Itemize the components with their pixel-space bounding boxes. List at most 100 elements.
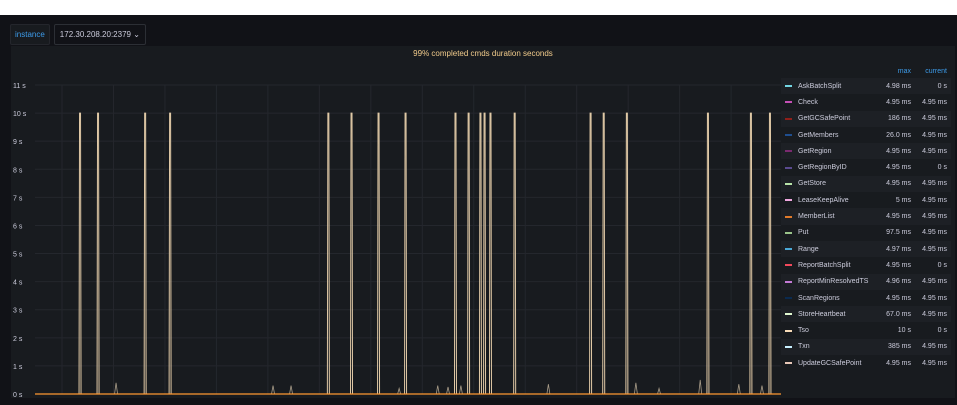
legend-max: 4.95 ms	[886, 261, 911, 269]
series-color-swatch	[785, 85, 792, 88]
series-color-swatch	[785, 134, 792, 137]
series-color-swatch	[785, 215, 792, 218]
legend-item[interactable]: StoreHeartbeat 67.0 ms 4.95 ms	[781, 306, 951, 323]
instance-select[interactable]: 172.30.208.20:2379 ⌄	[53, 24, 146, 45]
small-spike	[633, 382, 638, 395]
legend-header-current[interactable]: current	[911, 68, 951, 78]
legend-item[interactable]: GetRegion 4.95 ms 4.95 ms	[781, 143, 951, 160]
legend-series-name: GetRegion	[798, 147, 832, 155]
legend-max: 4.97 ms	[886, 245, 911, 253]
legend-max: 26.0 ms	[886, 131, 911, 139]
series-color-swatch	[785, 329, 792, 332]
legend-item[interactable]: ReportMinResolvedTS 4.96 ms 4.95 ms	[781, 273, 951, 290]
series-color-swatch	[785, 297, 792, 299]
small-spike	[435, 385, 440, 395]
y-tick-label: 1 s	[13, 364, 23, 371]
chevron-down-icon: ⌄	[133, 30, 140, 39]
small-spike	[114, 382, 118, 395]
legend-item[interactable]: GetStore 4.95 ms 4.95 ms	[781, 175, 951, 193]
legend-series-name: AskBatchSplit	[798, 82, 842, 90]
legend-current: 4.95 ms	[922, 180, 947, 188]
legend-current: 4.95 ms	[922, 213, 947, 221]
legend-item[interactable]: ReportBatchSplit 4.95 ms 0 s	[781, 257, 951, 273]
series-color-swatch	[785, 248, 792, 251]
legend-max: 4.95 ms	[886, 147, 911, 155]
legend-current: 4.95 ms	[922, 115, 947, 123]
small-spike	[736, 384, 741, 395]
series-color-swatch	[785, 264, 792, 267]
legend-max: 186 ms	[888, 115, 911, 123]
legend-max: 5 ms	[895, 196, 911, 204]
legend-current: 4.95 ms	[922, 294, 947, 302]
dashboard: instance 172.30.208.20:2379 ⌄ 99% comple…	[0, 15, 957, 405]
small-spike	[698, 379, 703, 395]
small-spike	[546, 384, 551, 395]
series-color-swatch	[785, 280, 792, 283]
legend-max: 4.95 ms	[886, 98, 911, 106]
legend-series-name: GetStore	[798, 180, 827, 188]
legend-series-name: Put	[798, 229, 809, 237]
series-color-swatch	[785, 345, 792, 348]
legend-series-name: ReportBatchSplit	[798, 261, 851, 269]
legend-max: 97.5 ms	[886, 229, 911, 237]
legend-item[interactable]: Put 97.5 ms 4.95 ms	[781, 225, 951, 241]
small-spike	[289, 385, 293, 395]
legend-current: 0 s	[937, 261, 947, 269]
legend-series-name: Tso	[798, 327, 809, 335]
legend-series-name: GetMembers	[798, 131, 839, 139]
small-spike	[446, 386, 450, 395]
legend-header-max[interactable]: max	[875, 68, 911, 78]
legend-current: 4.95 ms	[922, 196, 947, 204]
legend-item[interactable]: LeaseKeepAlive 5 ms 4.95 ms	[781, 192, 951, 208]
legend-item[interactable]: GetMembers 26.0 ms 4.95 ms	[781, 127, 951, 143]
legend-item[interactable]: ScanRegions 4.95 ms 4.95 ms	[781, 290, 951, 306]
legend-item[interactable]: GetRegionByID 4.95 ms 0 s	[781, 159, 951, 175]
legend-item[interactable]: GetGCSafePoint 186 ms 4.95 ms	[781, 110, 951, 127]
legend-item[interactable]: Check 4.95 ms 4.95 ms	[781, 94, 951, 110]
legend-series-name: Check	[798, 98, 818, 106]
y-tick-label: 7 s	[13, 195, 23, 202]
legend-item[interactable]: Range 4.97 ms 4.95 ms	[781, 240, 951, 258]
legend-current: 4.95 ms	[922, 343, 947, 351]
legend-current: 4.95 ms	[922, 359, 947, 367]
legend-current: 4.95 ms	[922, 98, 947, 106]
legend-series-name: GetGCSafePoint	[798, 115, 851, 123]
legend-max: 10 s	[897, 327, 911, 335]
series-color-swatch	[785, 117, 792, 120]
legend-series-name: StoreHeartbeat	[798, 310, 846, 318]
small-spike	[271, 385, 275, 395]
y-tick-label: 8 s	[13, 167, 23, 174]
legend-current: 4.95 ms	[922, 278, 947, 286]
y-tick-label: 10 s	[13, 111, 27, 118]
legend-item[interactable]: AskBatchSplit 4.98 ms 0 s	[781, 78, 951, 95]
legend-current: 0 s	[937, 82, 947, 90]
legend-item[interactable]: Txn 385 ms 4.95 ms	[781, 338, 951, 356]
legend-current: 4.95 ms	[922, 245, 947, 253]
graph-panel: 99% completed cmds duration seconds 0 s1…	[11, 46, 955, 398]
legend-item[interactable]: Tso 10 s 0 s	[781, 322, 951, 338]
legend-current: 4.95 ms	[922, 147, 947, 155]
series-color-swatch	[785, 166, 792, 169]
instance-value: 172.30.208.20:2379	[59, 30, 131, 39]
series-color-swatch	[785, 199, 792, 202]
y-tick-label: 6 s	[13, 223, 23, 230]
small-spike	[397, 386, 402, 395]
legend-series-name: Range	[798, 245, 819, 253]
legend-item[interactable]: UpdateGCSafePoint 4.95 ms 4.95 ms	[781, 355, 951, 371]
legend-current: 4.95 ms	[922, 310, 947, 318]
legend-max: 385 ms	[888, 343, 911, 351]
legend-series-name: ReportMinResolvedTS	[798, 278, 869, 286]
legend: max current AskBatchSplit 4.98 ms 0 s Check 4…	[781, 68, 951, 371]
legend-series-name: ScanRegions	[798, 294, 840, 302]
y-tick-label: 4 s	[13, 280, 23, 287]
legend-current: 4.95 ms	[922, 229, 947, 237]
legend-max: 4.95 ms	[886, 359, 911, 367]
chart: 0 s1 s2 s3 s4 s5 s6 s7 s8 s9 s10 s11 s12…	[13, 83, 781, 398]
legend-max: 4.95 ms	[886, 294, 911, 302]
legend-item[interactable]: MemberList 4.95 ms 4.95 ms	[781, 208, 951, 225]
small-spike	[657, 386, 661, 395]
small-spike	[760, 385, 764, 395]
small-spike	[458, 385, 463, 395]
legend-max: 67.0 ms	[886, 310, 911, 318]
legend-current: 0 s	[937, 164, 947, 172]
